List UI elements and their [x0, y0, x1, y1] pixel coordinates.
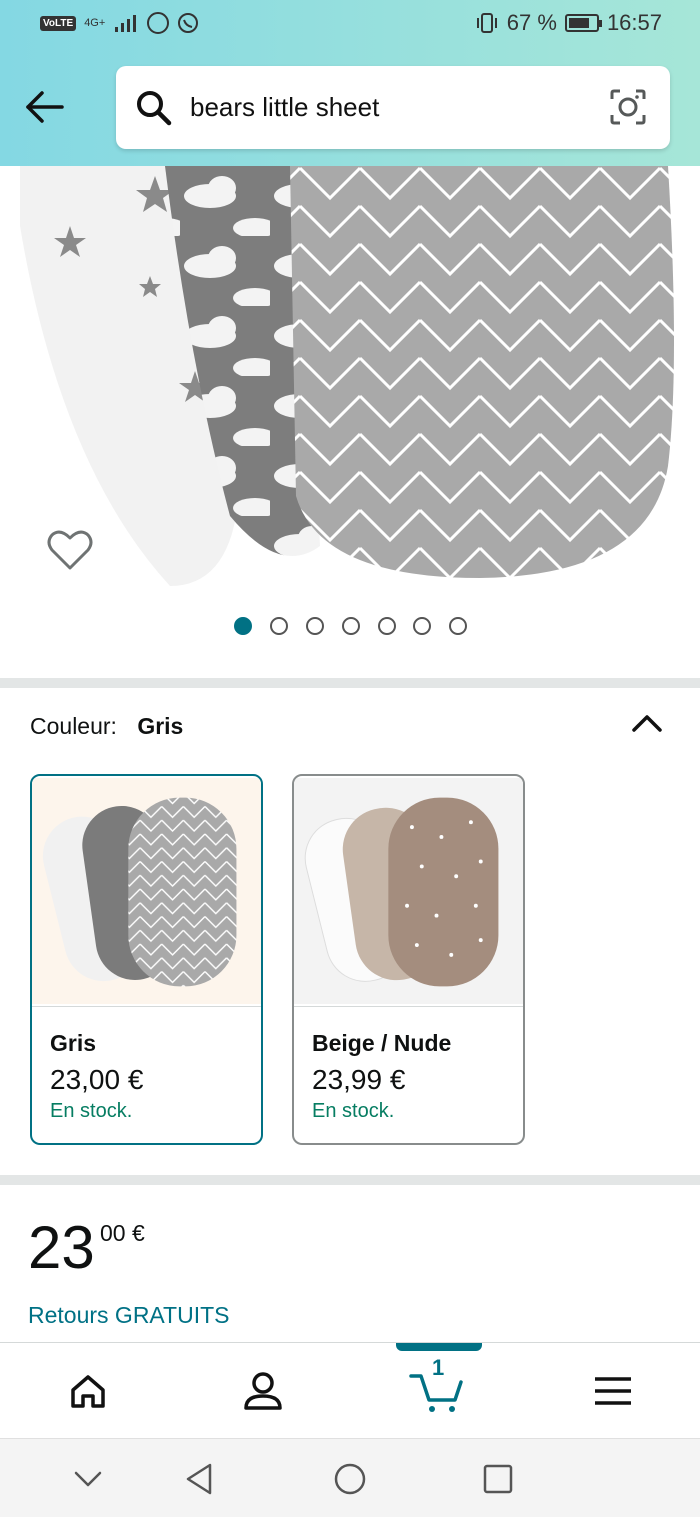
- battery-percent: 67 %: [506, 10, 557, 35]
- price-fraction: 00 €: [100, 1220, 145, 1246]
- hide-keyboard-chevron-icon[interactable]: [68, 1459, 108, 1499]
- cart-count-badge: 1: [432, 1355, 445, 1380]
- instagram-icon: [147, 12, 170, 34]
- home-circle-icon[interactable]: [330, 1459, 370, 1499]
- status-bar: VoLTE 4G+ 67 % 16:57: [0, 0, 700, 50]
- clock: 16:57: [606, 10, 662, 35]
- color-key: Couleur:: [30, 713, 117, 739]
- vibrate-icon: [476, 13, 497, 33]
- price-whole: 23: [28, 1214, 95, 1281]
- system-navigation-bar: [0, 1438, 700, 1517]
- carousel-dot[interactable]: [449, 617, 467, 635]
- home-icon: [70, 1375, 105, 1408]
- option-price: 23,99 €: [312, 1064, 406, 1095]
- carousel-dot[interactable]: [270, 617, 288, 635]
- nav-menu[interactable]: [525, 1343, 700, 1439]
- carousel-dot[interactable]: [378, 617, 396, 635]
- swatch-image-gris: [32, 777, 261, 1005]
- battery-icon: [564, 14, 602, 32]
- volte-badge: VoLTE: [40, 15, 77, 31]
- wishlist-heart-icon[interactable]: [46, 526, 94, 572]
- product-image[interactable]: [0, 166, 700, 586]
- network-type: 4G+: [84, 17, 106, 29]
- hamburger-menu-icon: [594, 1377, 631, 1405]
- whatsapp-icon: [178, 13, 199, 33]
- signal-icon: [115, 15, 137, 32]
- camera-search-icon[interactable]: [608, 87, 648, 127]
- section-divider: [0, 1175, 700, 1185]
- recents-square-icon[interactable]: [478, 1459, 518, 1499]
- product-photo: [20, 166, 674, 586]
- active-tab-indicator: [396, 1343, 482, 1351]
- section-divider: [0, 678, 700, 688]
- option-name: Gris: [50, 1030, 97, 1056]
- carousel-indicators: [0, 615, 700, 637]
- search-input[interactable]: bears little sheet: [190, 92, 379, 123]
- color-option-beige[interactable]: Beige / Nude 23,99 € En stock.: [292, 774, 525, 1145]
- back-arrow-icon: [26, 91, 64, 123]
- nav-home[interactable]: [0, 1343, 175, 1439]
- carousel-dot[interactable]: [306, 617, 324, 635]
- user-icon: [243, 1372, 282, 1410]
- option-name: Beige / Nude: [312, 1030, 452, 1056]
- color-option-gris[interactable]: Gris 23,00 € En stock.: [30, 774, 263, 1145]
- color-selector-label: Couleur: Gris: [30, 713, 183, 740]
- free-returns-link[interactable]: Retours GRATUITS: [28, 1302, 230, 1329]
- search-icon: [137, 91, 172, 126]
- carousel-dot[interactable]: [342, 617, 360, 635]
- back-triangle-icon[interactable]: [180, 1459, 220, 1499]
- selected-color: Gris: [137, 713, 184, 739]
- swatch-image-beige: [294, 777, 523, 1005]
- carousel-dot[interactable]: [234, 617, 252, 635]
- option-price: 23,00 €: [50, 1064, 144, 1095]
- option-stock: En stock.: [312, 1100, 395, 1122]
- bottom-navigation: 1: [0, 1342, 700, 1438]
- carousel-dot[interactable]: [413, 617, 431, 635]
- option-stock: En stock.: [50, 1100, 133, 1122]
- search-bar[interactable]: bears little sheet: [116, 66, 670, 149]
- chevron-up-icon[interactable]: [630, 708, 664, 738]
- nav-account[interactable]: [175, 1343, 350, 1439]
- back-button[interactable]: [22, 84, 68, 130]
